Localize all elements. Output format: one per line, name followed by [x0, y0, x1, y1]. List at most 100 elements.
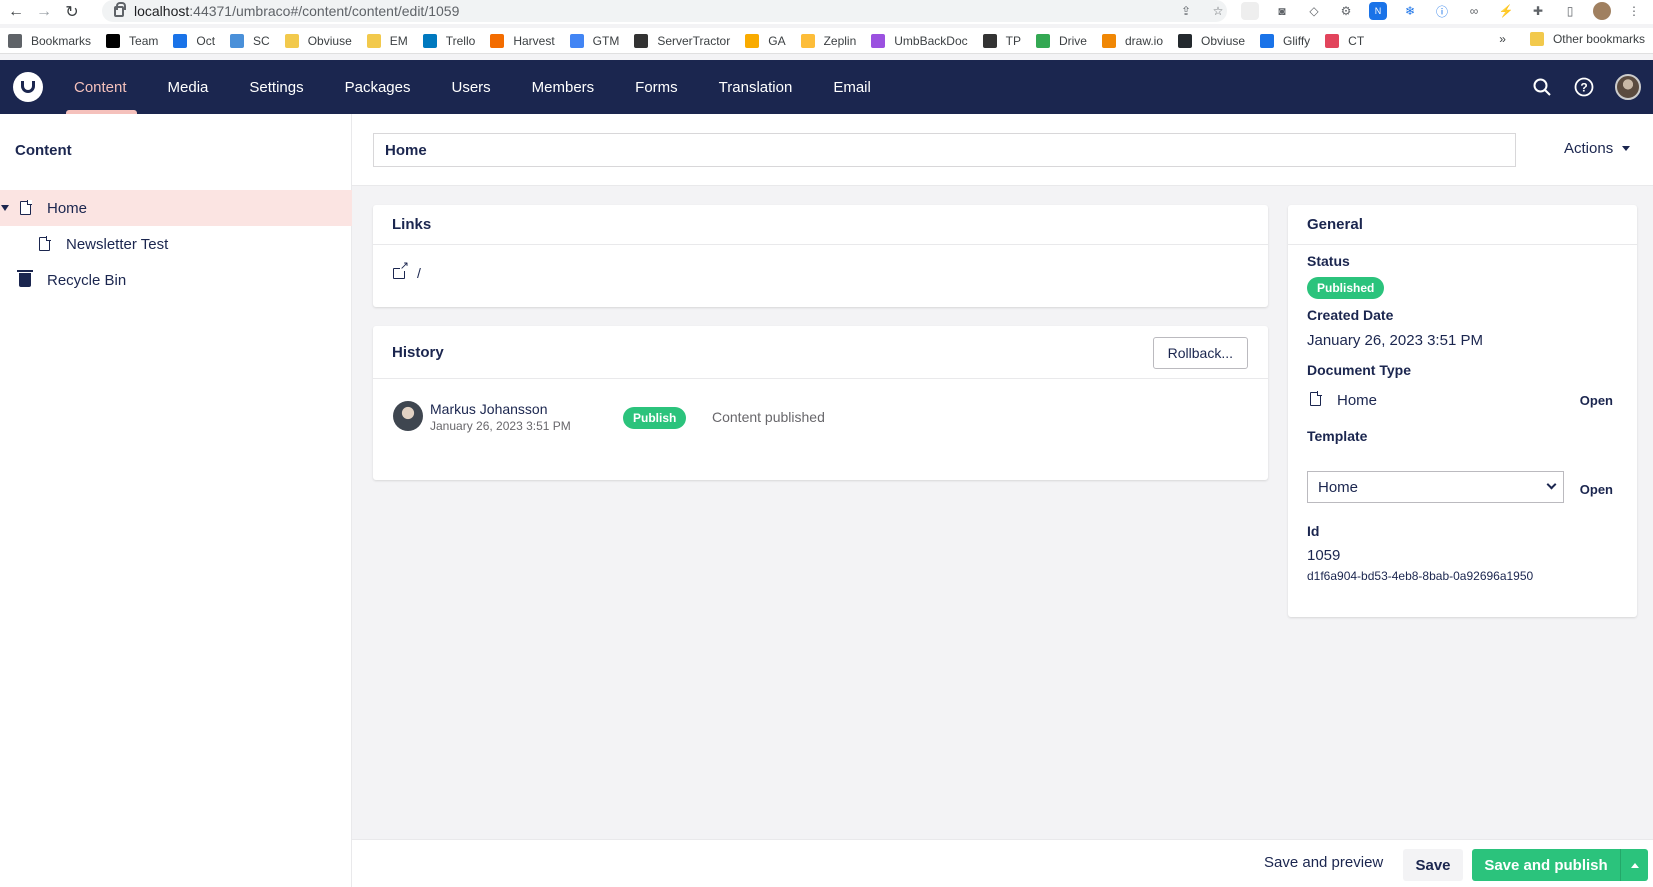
bookmark-icon: [490, 33, 505, 48]
save-button[interactable]: Save: [1403, 849, 1463, 881]
bookmark-icon: [634, 33, 649, 48]
folder-icon: [1529, 32, 1544, 46]
reload-icon[interactable]: ↻: [60, 2, 84, 22]
trash-icon: [17, 270, 33, 287]
status-badge: Published: [1307, 277, 1385, 299]
bookmark-item[interactable]: SC: [230, 33, 270, 48]
open-document-type-link[interactable]: Open: [1580, 393, 1613, 408]
extension-icon[interactable]: ◇: [1305, 2, 1323, 20]
rollback-button[interactable]: Rollback...: [1152, 337, 1248, 369]
extension-icon[interactable]: ⚡: [1497, 2, 1515, 20]
bookmark-item[interactable]: CT: [1325, 33, 1364, 48]
menu-icon[interactable]: ⋮: [1625, 2, 1643, 20]
bookmark-item[interactable]: Obviuse: [1178, 33, 1245, 48]
forward-icon[interactable]: →: [32, 2, 56, 22]
bookmark-icon: [8, 33, 22, 48]
open-template-link[interactable]: Open: [1580, 482, 1613, 497]
bookmark-item[interactable]: Team: [106, 33, 159, 48]
bookmark-label: Team: [129, 33, 159, 48]
section-tab-settings[interactable]: Settings: [249, 60, 303, 114]
bookmark-icon: [1178, 33, 1193, 48]
bookmark-item[interactable]: EM: [366, 33, 408, 48]
created-date-value: January 26, 2023 3:51 PM: [1307, 332, 1483, 349]
tree-item-home[interactable]: Home: [0, 190, 352, 226]
section-tab-email[interactable]: Email: [833, 60, 871, 114]
bookmark-item[interactable]: Harvest: [490, 33, 555, 48]
bookmark-item[interactable]: ServerTractor: [634, 33, 730, 48]
address-bar[interactable]: localhost:44371/umbraco#/content/content…: [102, 0, 1227, 22]
section-tab-content[interactable]: Content: [66, 60, 137, 114]
actions-button[interactable]: Actions: [1564, 140, 1631, 157]
extension-icon[interactable]: [1241, 2, 1259, 20]
umbraco-logo[interactable]: [13, 72, 43, 102]
extension-icon[interactable]: ⚙: [1337, 2, 1355, 20]
bookmark-item[interactable]: Zeplin: [800, 33, 856, 48]
save-and-preview-button[interactable]: Save and preview: [1264, 854, 1383, 871]
extension-icon[interactable]: ❄: [1401, 2, 1419, 20]
search-icon[interactable]: [1531, 76, 1553, 98]
section-tab-forms[interactable]: Forms: [635, 60, 678, 114]
document-icon: [20, 200, 32, 215]
bookmark-item[interactable]: GTM: [569, 33, 619, 48]
sidepanel-icon[interactable]: ▯: [1561, 2, 1579, 20]
section-tab-media[interactable]: Media: [168, 60, 209, 114]
bookmark-item[interactable]: draw.io: [1101, 33, 1164, 48]
bookmark-item[interactable]: GA: [745, 33, 786, 48]
publish-options-button[interactable]: [1620, 849, 1648, 881]
bookmark-item[interactable]: UmbBackDoc: [871, 33, 968, 48]
save-and-publish-button[interactable]: Save and publish: [1472, 849, 1620, 881]
bookmark-label: draw.io: [1124, 33, 1164, 48]
url-host: localhost: [134, 3, 190, 19]
back-icon[interactable]: ←: [4, 2, 28, 22]
tree-item-recycle-bin[interactable]: Recycle Bin: [0, 262, 352, 298]
chevron-down-icon: [1546, 479, 1557, 490]
content-name-input[interactable]: [373, 133, 1516, 167]
bookmark-label: UmbBackDoc: [894, 33, 968, 48]
tree-item-newsletter-test[interactable]: Newsletter Test: [0, 226, 352, 262]
bookmark-label: Obviuse: [307, 33, 352, 48]
expand-caret-icon[interactable]: [1, 205, 9, 211]
actions-label: Actions: [1564, 140, 1614, 157]
camera-icon[interactable]: ◙: [1273, 2, 1291, 20]
bookmark-item[interactable]: Obviuse: [284, 33, 352, 48]
browser-toolbar: ← → ↻ localhost:44371/umbraco#/content/c…: [0, 0, 1653, 24]
history-entry: Markus Johansson January 26, 2023 3:51 P…: [393, 401, 1243, 441]
extension-icon[interactable]: N: [1369, 2, 1387, 20]
external-link-icon: [393, 260, 409, 279]
bookmark-item[interactable]: Oct: [173, 33, 215, 48]
bookmark-item[interactable]: Bookmarks: [8, 33, 91, 48]
publish-badge: Publish: [623, 407, 687, 429]
password-icon[interactable]: ⓘ: [1433, 2, 1451, 20]
template-label: Template: [1307, 428, 1368, 444]
help-icon[interactable]: ?: [1573, 76, 1595, 98]
bookmark-icon: [230, 33, 245, 48]
share-icon[interactable]: ⇪: [1177, 2, 1195, 20]
bookmark-icon: [106, 33, 121, 48]
section-tab-members[interactable]: Members: [532, 60, 595, 114]
section-tab-packages[interactable]: Packages: [345, 60, 411, 114]
star-icon[interactable]: ☆: [1209, 2, 1227, 20]
bookmark-item[interactable]: TP: [982, 33, 1021, 48]
extension-icon[interactable]: ∞: [1465, 2, 1483, 20]
section-tab-users[interactable]: Users: [451, 60, 490, 114]
svg-text:?: ?: [1580, 81, 1587, 95]
content-link[interactable]: /: [393, 260, 421, 281]
bookmark-icon: [284, 33, 299, 48]
links-panel: Links /: [373, 205, 1268, 307]
other-bookmarks[interactable]: Other bookmarks: [1529, 32, 1645, 46]
history-title: History: [373, 326, 1268, 379]
bookmark-item[interactable]: Gliffy: [1260, 33, 1310, 48]
general-title: General: [1288, 205, 1637, 245]
puzzle-icon[interactable]: ✚: [1529, 2, 1547, 20]
template-value: Home: [1318, 478, 1359, 496]
bookmark-icon: [800, 33, 815, 48]
bookmark-label: SC: [253, 33, 270, 48]
bookmark-item[interactable]: Drive: [1035, 33, 1087, 48]
bookmark-label: GA: [768, 33, 786, 48]
profile-avatar[interactable]: [1593, 2, 1611, 20]
user-avatar[interactable]: [1615, 74, 1641, 100]
more-bookmarks-button[interactable]: »: [1499, 32, 1506, 46]
bookmark-item[interactable]: Trello: [422, 33, 475, 48]
section-tab-translation[interactable]: Translation: [719, 60, 793, 114]
template-select[interactable]: Home: [1307, 471, 1564, 503]
